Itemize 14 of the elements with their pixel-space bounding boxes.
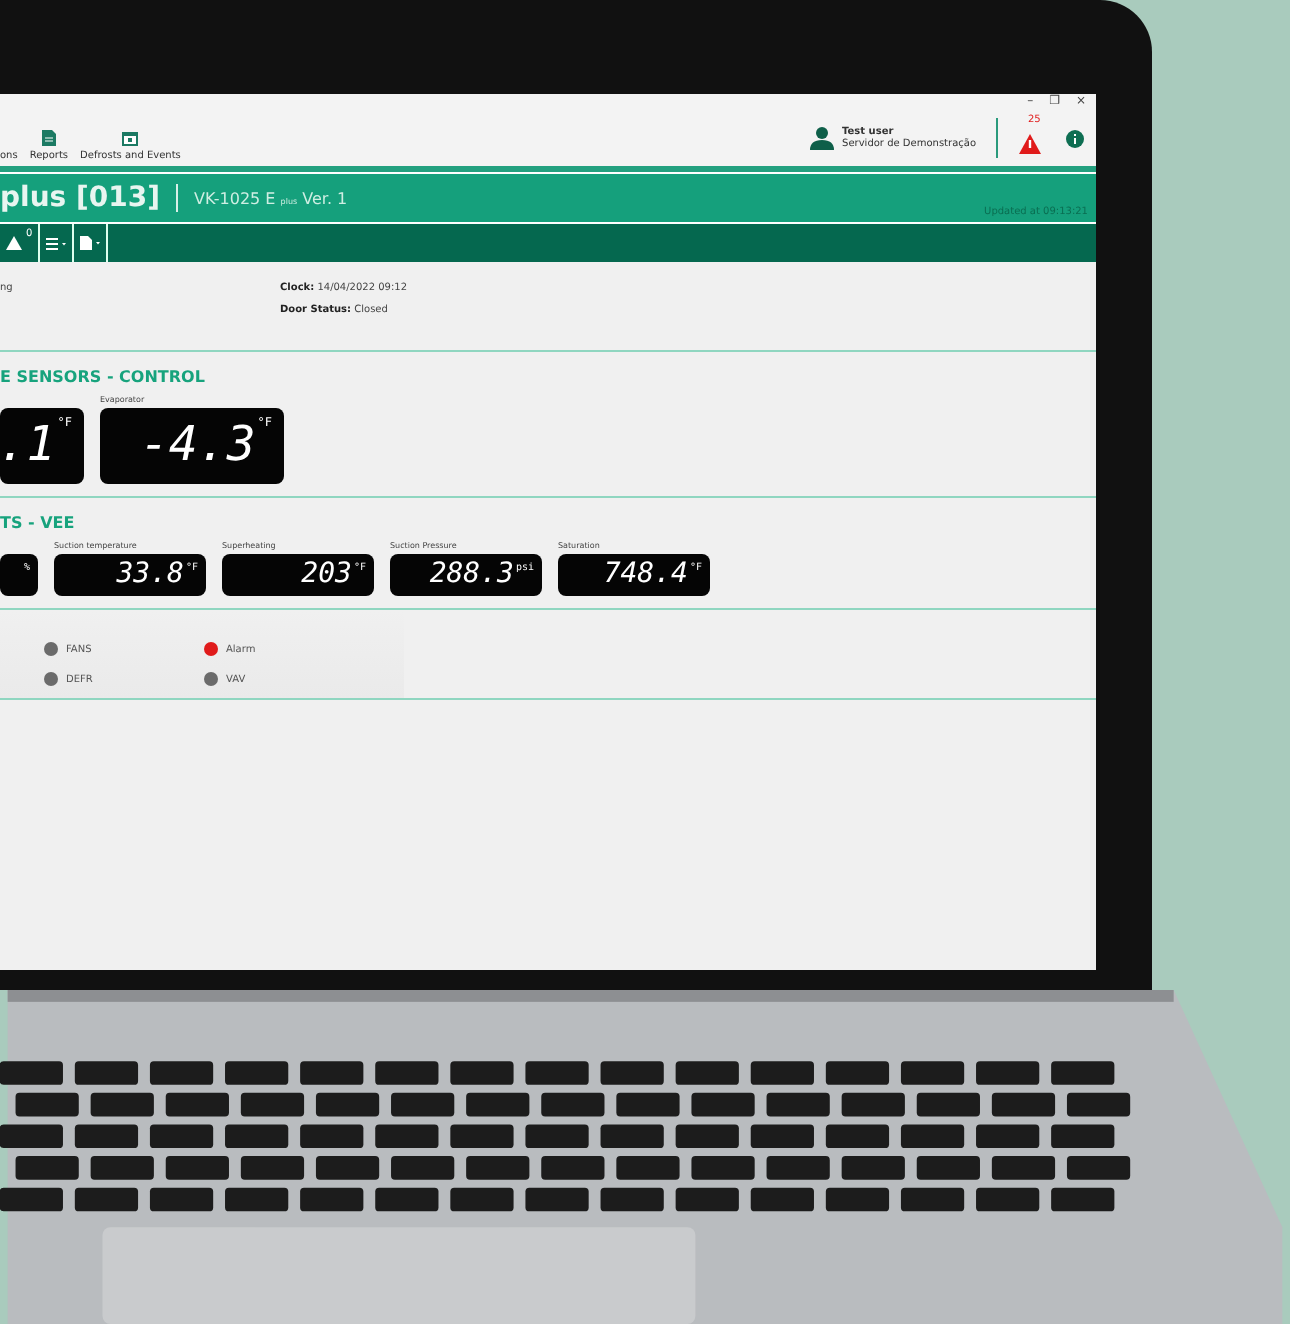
info-icon[interactable] (1066, 129, 1084, 147)
document-button[interactable] (74, 224, 109, 262)
calendar-icon (122, 130, 139, 146)
warning-icon (6, 236, 22, 250)
document-icon (41, 130, 56, 146)
menu-button[interactable] (40, 224, 75, 262)
document-icon (80, 236, 101, 250)
user-icon (810, 126, 835, 150)
menu-icon (46, 237, 67, 249)
alarm-button[interactable]: 0 (0, 224, 41, 262)
warning-icon[interactable] (1018, 132, 1042, 156)
section-title: E SENSORS - CONTROL (0, 368, 207, 386)
section-title: TS - VEE (0, 514, 77, 532)
device-title: plus [013] (0, 182, 161, 214)
